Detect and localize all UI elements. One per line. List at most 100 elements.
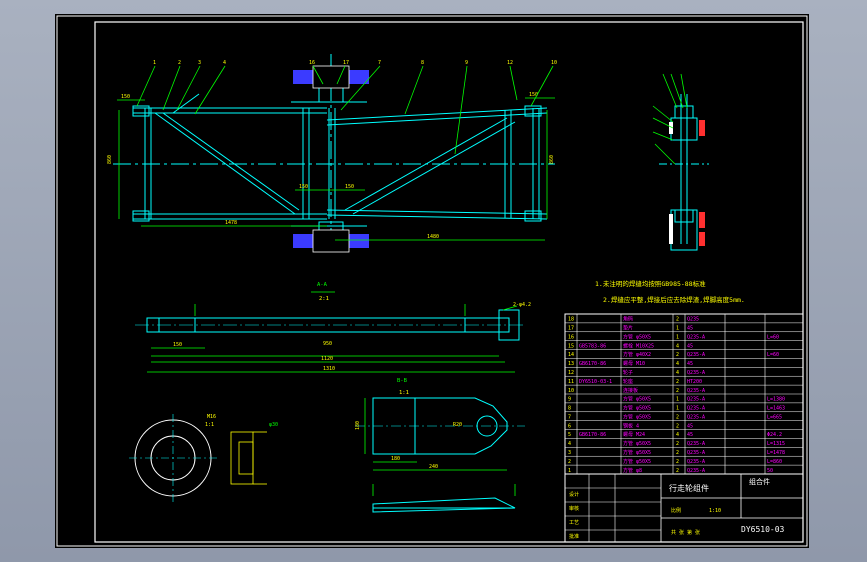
bom-cell: Q235-A xyxy=(687,406,705,412)
svg-text:1:1: 1:1 xyxy=(399,390,409,396)
tb-checker: 审核 xyxy=(569,505,579,512)
tb-drawing-no: DY6510-03 xyxy=(741,525,785,534)
dim-plate-h: 180 xyxy=(355,421,361,430)
bom-cell: 1 xyxy=(676,406,679,412)
bom-cell: 螺母 M24 xyxy=(623,431,645,438)
bom-cell: GB5783-86 xyxy=(579,343,606,349)
bom-cell: Q235-A xyxy=(687,370,705,376)
section-a-view: A-A 2:1 150 950 1120 1310 2-φ4.2 xyxy=(135,282,531,373)
bom-cell: 方管 φ50X5 xyxy=(623,396,651,403)
bom-cell: HT200 xyxy=(687,379,702,385)
bom-cell: Q235-A xyxy=(687,388,705,394)
bom-cell: 连接板 xyxy=(623,387,638,394)
bom-cell: 方管 φ50X5 xyxy=(623,333,651,340)
bom-cell: L=860 xyxy=(767,459,782,465)
bom-cell: 4 xyxy=(676,361,679,367)
bom-cell: 2 xyxy=(676,379,679,385)
bom-cell: 2 xyxy=(676,423,679,429)
bom-cell: 14 xyxy=(568,352,574,358)
bom-cell: 方管 φ50X5 xyxy=(623,449,651,456)
svg-text:φ30: φ30 xyxy=(269,422,278,428)
bom-cell: 45 xyxy=(687,432,693,438)
bom-cell: 方管 φ8 xyxy=(623,467,642,474)
bom-cell: 4 xyxy=(676,370,679,376)
svg-text:A-A: A-A xyxy=(317,282,328,288)
svg-text:150: 150 xyxy=(345,184,354,190)
bom-cell: 15 xyxy=(568,343,574,349)
bom-cell: 45 xyxy=(687,343,693,349)
note-line-2: 2.焊缝应平整,焊接后应去除焊渣,焊脚高度5mm. xyxy=(603,295,745,304)
cad-viewport[interactable]: 1478 1480 860 860 150 150 150 150 1 2 3 … xyxy=(0,0,867,562)
bom-cell: 1 xyxy=(568,468,571,474)
bom-cell: Q235-A xyxy=(687,352,705,358)
dim-length-1: 1478 xyxy=(225,220,237,226)
bom-table: 18 角码 2 Q23517 垫片 1 4516 方管 φ50X5 1 Q235-A L=6015 G… xyxy=(564,313,804,475)
bom-cell: 8 xyxy=(568,406,571,412)
dim-sub-1: 1120 xyxy=(321,356,333,362)
drawing-canvas: 1478 1480 860 860 150 150 150 150 1 2 3 … xyxy=(56,15,808,547)
dim-hole: 2-φ4.2 xyxy=(513,302,531,308)
svg-text:4: 4 xyxy=(223,60,226,66)
bom-cell: Q235-A xyxy=(687,334,705,340)
washer-view: M16 1:1 xyxy=(129,414,217,502)
bom-cell: 2 xyxy=(676,414,679,420)
bom-cell: 45 xyxy=(687,361,693,367)
bom-cell: L=1380 xyxy=(767,397,785,403)
bushing-view: φ30 xyxy=(230,422,278,485)
bom-cell: Q235-A xyxy=(687,414,705,420)
svg-text:B-B: B-B xyxy=(397,378,408,384)
bom-cell: 50 xyxy=(767,468,773,474)
svg-text:950: 950 xyxy=(323,341,332,347)
bom-cell: L=60 xyxy=(767,334,779,340)
bom-cell: 11 xyxy=(568,379,574,385)
bom-cell: 垫片 xyxy=(623,325,633,332)
bom-cell: 2 xyxy=(676,388,679,394)
bom-cell: 方管 φ50X5 xyxy=(623,413,651,420)
tb-name: 行走轮组件 xyxy=(669,483,709,493)
svg-text:1: 1 xyxy=(153,60,156,66)
bom-cell: 2 xyxy=(676,459,679,465)
note-line-1: 1.未注明的焊缝均按照GB985-88标准 xyxy=(595,279,706,288)
svg-text:150: 150 xyxy=(299,184,308,190)
side-view-red-marks xyxy=(699,120,705,246)
side-leaders xyxy=(652,73,688,165)
tb-approver: 批准 xyxy=(569,533,579,540)
bom-cell: Q235-A xyxy=(687,468,705,474)
bom-cell: Q235 xyxy=(687,317,699,323)
bom-cell: 4 xyxy=(676,432,679,438)
bom-cell: 轮子 xyxy=(623,369,633,376)
svg-text:860: 860 xyxy=(107,155,113,164)
svg-text:17: 17 xyxy=(343,60,349,66)
svg-text:9: 9 xyxy=(465,60,468,66)
dim-sub-2: 150 xyxy=(173,342,182,348)
bom-cell: GB6170-86 xyxy=(579,432,606,438)
bom-cell: 45 xyxy=(687,423,693,429)
tb-scale-value: 1:10 xyxy=(709,508,721,514)
bom-cell: Q235-A xyxy=(687,450,705,456)
svg-text:3: 3 xyxy=(198,60,201,66)
bom-cell: 45 xyxy=(687,326,693,332)
bom-cell: L=1463 xyxy=(767,406,785,412)
bom-cell: 10 xyxy=(568,388,574,394)
bom-cell: L=1478 xyxy=(767,450,785,456)
bom-cell: 2 xyxy=(676,441,679,447)
bom-cell: GB6170-86 xyxy=(579,361,606,367)
bom-cell: Q235-A xyxy=(687,459,705,465)
drawing-sheet: 1478 1480 860 860 150 150 150 150 1 2 3 … xyxy=(55,14,809,548)
bom-cell: Q235-A xyxy=(687,441,705,447)
tb-sheet: 共 张 第 张 xyxy=(671,529,700,536)
bom-cell: 方管 φ40X2 xyxy=(623,351,651,358)
svg-text:860: 860 xyxy=(549,155,555,164)
bom-cell: 2 xyxy=(676,317,679,323)
dim-rail-2: 1310 xyxy=(323,366,335,372)
bom-cell: 2 xyxy=(676,352,679,358)
bom-cell: 1 xyxy=(676,326,679,332)
svg-text:8: 8 xyxy=(421,60,424,66)
bom-cell: 方管 φ50X5 xyxy=(623,405,651,412)
bom-cell: 1 xyxy=(676,334,679,340)
bom-cell: L=1315 xyxy=(767,441,785,447)
bom-cell: Q235-A xyxy=(687,397,705,403)
svg-text:12: 12 xyxy=(507,60,513,66)
bom-cell: L=665 xyxy=(767,414,782,420)
bom-cell: 1 xyxy=(676,397,679,403)
